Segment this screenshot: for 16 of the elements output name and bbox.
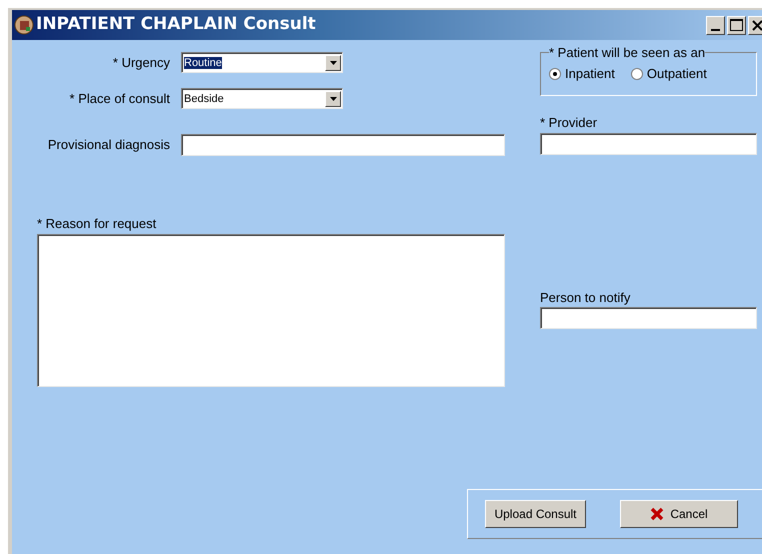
group-legend: * Patient will be seen as an [549, 45, 706, 60]
upload-button[interactable]: Upload Consult [485, 500, 586, 528]
dropdown-field[interactable]: Routine [181, 52, 343, 73]
field-label: * Place of consult [70, 90, 170, 108]
dropdown-value: Routine [184, 56, 223, 70]
cancel-button[interactable]: Cancel [620, 500, 738, 528]
window-title: INPATIENT CHAPLAIN Consult [36, 13, 316, 36]
field-label: Provisional diagnosis [48, 136, 170, 154]
dropdown-field[interactable]: Bedside [181, 88, 343, 109]
dropdown-value: Bedside [184, 92, 225, 106]
field-label: * Provider [540, 114, 598, 132]
field-label: * Reason for request [37, 215, 156, 233]
field-label: Person to notify [540, 288, 630, 307]
field-label: * Urgency [112, 54, 170, 72]
radio-option[interactable]: Outpatient [630, 64, 707, 84]
radio-option[interactable]: Inpatient [549, 64, 615, 84]
